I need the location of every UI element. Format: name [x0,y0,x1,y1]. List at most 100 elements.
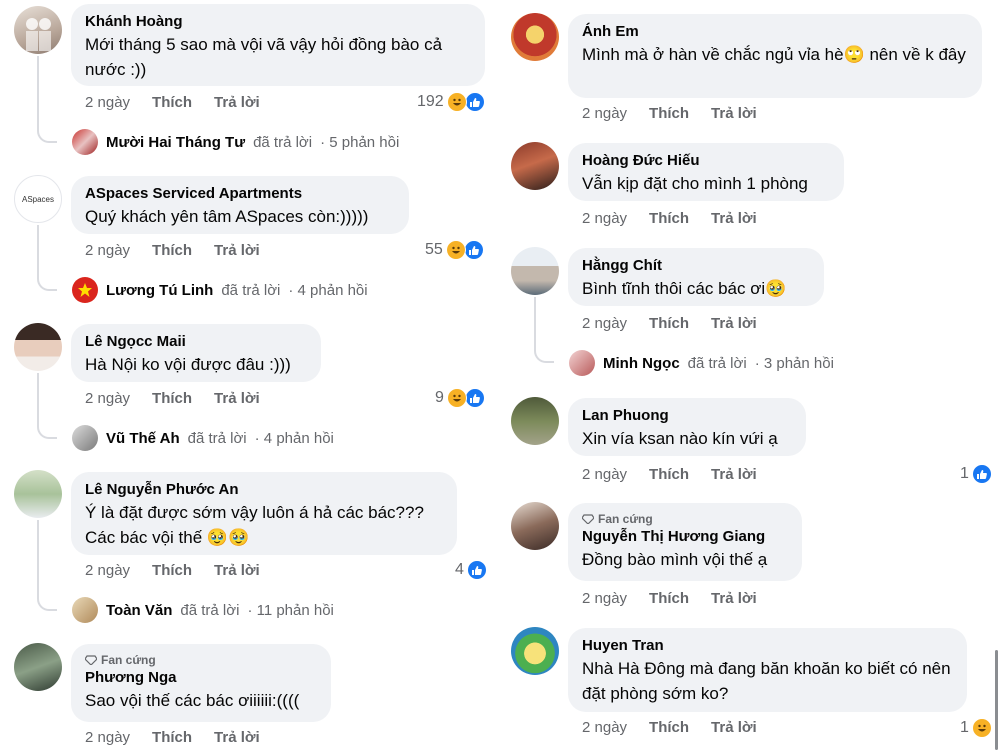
reply-avatar [72,425,98,451]
like-button[interactable]: Thích [152,94,192,111]
reaction-summary[interactable]: 55 [425,240,484,260]
comment-time[interactable]: 2 ngày [85,729,130,746]
avatar[interactable] [14,6,62,54]
comment-time[interactable]: 2 ngày [582,210,627,227]
comment-time[interactable]: 2 ngày [85,390,130,407]
like-reaction-icon [463,240,484,260]
comment-time[interactable]: 2 ngày [582,590,627,607]
reply-avatar [72,597,98,623]
avatar-brand-text: ASpaces [21,194,55,204]
reply-summary[interactable]: Mười Hai Tháng Tư đã trả lời · 5 phản hồ… [72,129,399,155]
like-button[interactable]: Thích [649,590,689,607]
comment-author[interactable]: Lê Nguyễn Phước An [85,480,443,500]
avatar[interactable] [511,627,559,675]
like-button[interactable]: Thích [152,390,192,407]
comment-actions: 2 ngày Thích Trả lời [85,729,260,746]
comment-author[interactable]: Phương Nga [85,668,317,688]
reply-author: Toàn Văn [106,601,173,619]
comment-time[interactable]: 2 ngày [85,94,130,111]
like-reaction-icon [971,464,992,484]
reply-button[interactable]: Trả lời [711,105,757,122]
reply-button[interactable]: Trả lời [214,390,260,407]
comment-time[interactable]: 2 ngày [85,562,130,579]
reaction-summary[interactable]: 1 [960,464,992,484]
comment-author[interactable]: Nguyễn Thị Hương Giang [582,527,788,547]
reaction-summary[interactable]: 1 [960,718,992,738]
avatar[interactable] [511,247,559,295]
avatar[interactable] [14,643,62,691]
reply-button[interactable]: Trả lời [711,590,757,607]
comment-text: Sao vội thế các bác ơiiiiii:(((( [85,691,300,710]
comment-actions: 2 ngày Thích Trả lời [85,562,260,579]
reaction-summary[interactable]: 9 [435,388,485,408]
reply-button[interactable]: Trả lời [214,562,260,579]
like-button[interactable]: Thích [152,242,192,259]
like-button[interactable]: Thích [152,729,192,746]
comment-time[interactable]: 2 ngày [582,315,627,332]
reply-summary[interactable]: Vũ Thế Ah đã trả lời · 4 phản hồi [72,425,334,451]
diamond-icon [582,514,594,524]
avatar[interactable] [511,397,559,445]
avatar-photo-icon [26,18,51,51]
like-button[interactable]: Thích [152,562,192,579]
reaction-count: 9 [435,389,444,406]
comment-bubble: Hoàng Đức Hiếu Vẫn kịp đặt cho mình 1 ph… [568,143,844,201]
like-reaction-icon [466,560,487,580]
reply-summary[interactable]: Minh Ngọc đã trả lời · 3 phản hồi [569,350,834,376]
comment-author[interactable]: Huyen Tran [582,636,953,656]
comment-time[interactable]: 2 ngày [582,105,627,122]
like-button[interactable]: Thích [649,719,689,736]
comment-actions: 2 ngày Thích Trả lời [582,466,757,483]
thread-line [37,56,57,143]
reply-button[interactable]: Trả lời [711,210,757,227]
comment-time[interactable]: 2 ngày [85,242,130,259]
avatar[interactable] [511,13,559,61]
reply-action: đã trả lời [180,601,240,619]
comment-author[interactable]: Lê Ngọcc Maii [85,332,307,352]
like-button[interactable]: Thích [649,466,689,483]
reaction-count: 192 [417,93,444,110]
scrollbar[interactable] [995,650,998,750]
reply-button[interactable]: Trả lời [711,315,757,332]
comment-actions: 2 ngày Thích Trả lời [85,94,260,111]
reaction-summary[interactable]: 192 [417,92,485,112]
reply-button[interactable]: Trả lời [214,94,260,111]
fan-badge-label: Fan cứng [598,512,653,526]
reaction-summary[interactable]: 4 [455,560,487,580]
comment-author[interactable]: Khánh Hoàng [85,12,471,32]
reply-button[interactable]: Trả lời [711,719,757,736]
like-button[interactable]: Thích [649,210,689,227]
right-comment-column: Ánh Em Mình mà ở hàn về chắc ngủ vỉa hè🙄… [500,0,992,750]
comment-time[interactable]: 2 ngày [582,466,627,483]
reply-author: Lương Tú Linh [106,281,214,299]
like-button[interactable]: Thích [649,105,689,122]
comment-author[interactable]: Hoàng Đức Hiếu [582,151,830,171]
comment-actions: 2 ngày Thích Trả lời [582,210,757,227]
avatar[interactable] [14,323,62,371]
comment-actions: 2 ngày Thích Trả lời [582,315,757,332]
comment-bubble: Lê Nguyễn Phước An Ý là đặt được sớm vậy… [71,472,457,555]
avatar[interactable] [511,502,559,550]
comment-author[interactable]: Lan Phuong [582,406,792,426]
reply-count: · 11 phản hồi [247,601,334,619]
reply-summary[interactable]: Lương Tú Linh đã trả lời · 4 phản hồi [72,277,368,303]
reply-author: Mười Hai Tháng Tư [106,133,246,151]
comment-actions: 2 ngày Thích Trả lời [582,719,757,736]
avatar[interactable] [511,142,559,190]
like-button[interactable]: Thích [649,315,689,332]
reply-button[interactable]: Trả lời [214,729,260,746]
comment-author[interactable]: Ánh Em [582,22,968,42]
haha-reaction-icon [446,92,467,112]
reply-button[interactable]: Trả lời [711,466,757,483]
comment-author[interactable]: ASpaces Serviced Apartments [85,184,395,204]
avatar[interactable]: ASpaces [14,175,62,223]
comment-bubble: Hằngg Chít Bình tĩnh thôi các bác ơi🥹 [568,248,824,306]
avatar[interactable] [14,470,62,518]
reply-button[interactable]: Trả lời [214,242,260,259]
reply-count: · 5 phản hồi [320,133,400,151]
comment-author[interactable]: Hằngg Chít [582,256,810,276]
comment-actions: 2 ngày Thích Trả lời [582,105,757,122]
reaction-count: 4 [455,561,464,578]
reply-summary[interactable]: Toàn Văn đã trả lời · 11 phản hồi [72,597,334,623]
comment-time[interactable]: 2 ngày [582,719,627,736]
